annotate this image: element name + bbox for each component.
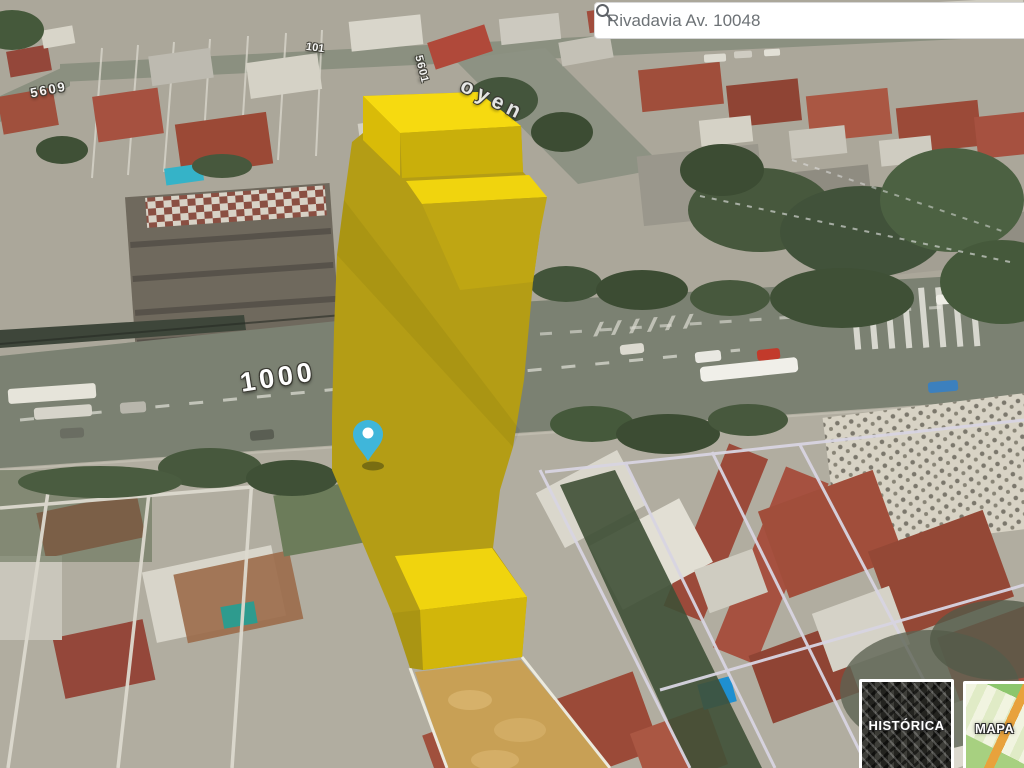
layer-label-historical: HISTÓRICA	[868, 718, 945, 733]
satellite-3d-view[interactable]	[0, 0, 1024, 768]
search-icon	[596, 4, 613, 21]
layer-thumbnail-map[interactable]: MAPA	[963, 681, 1024, 768]
search-bar	[594, 2, 1024, 39]
layer-label-map: MAPA	[975, 721, 1015, 736]
search-input[interactable]	[605, 9, 1019, 32]
layer-thumbnail-historical[interactable]: HISTÓRICA	[859, 679, 954, 768]
map-viewport[interactable]: 1000 5609 5601 101 oyen HISTÓRICA MAPA	[0, 0, 1024, 768]
